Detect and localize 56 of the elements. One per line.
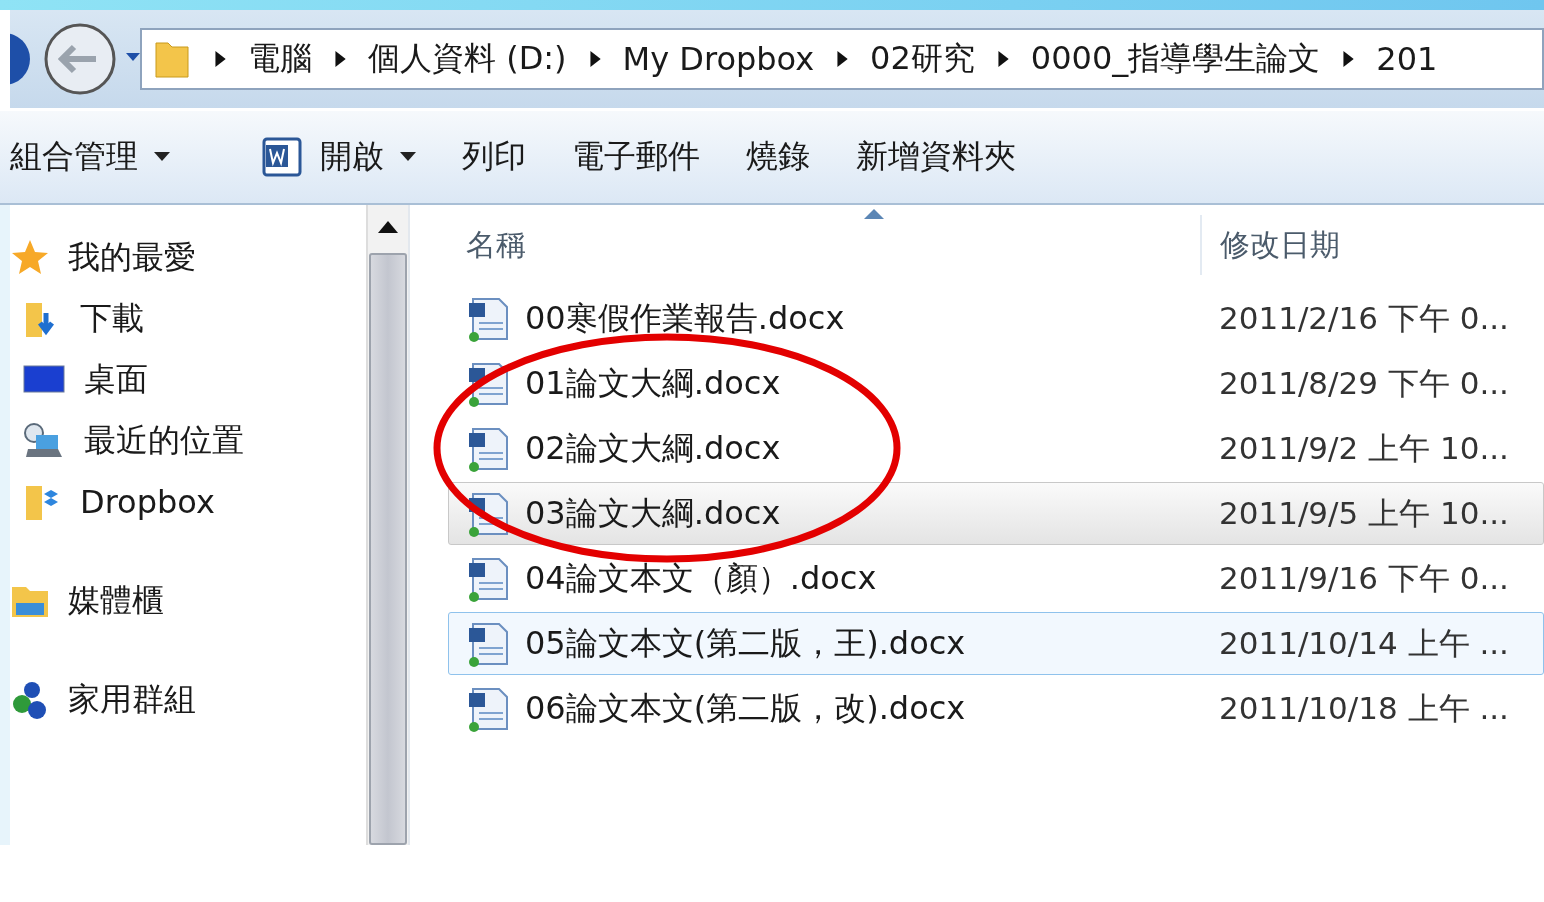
chevron-right-icon[interactable] [836,51,849,67]
breadcrumb-item[interactable]: 0000_指導學生論文 [1030,37,1321,81]
modified-date: 2011/9/5 上午 10... [1219,493,1509,533]
file-name: 06論文本文(第二版，改).docx [525,687,967,729]
caret-icon [400,152,416,162]
chevron-right-icon[interactable] [334,51,346,67]
chevron-right-icon[interactable] [996,51,1009,67]
sort-arrow-icon [864,209,884,219]
modified-date: 2011/10/18 上午 ... [1219,688,1509,728]
file-name: 04論文本文（顏）.docx [525,557,878,599]
file-row[interactable]: 02論文大綱.docx 2011/9/2 上午 10... [448,417,1544,480]
scrollbar[interactable] [366,205,408,845]
toolbar-button[interactable]: 新增資料夾 [856,135,1016,179]
file-row[interactable]: 04論文本文（顏）.docx 2011/9/16 下午 0... [448,547,1544,610]
nav-item[interactable]: 下載 [10,288,366,349]
breadcrumb-item[interactable]: My Dropbox [622,40,815,78]
scrollbar-thumb[interactable] [369,253,407,845]
breadcrumb-item[interactable]: 電腦 [248,37,312,81]
file-row[interactable]: 03論文大綱.docx 2011/9/5 上午 10... [448,482,1544,545]
breadcrumb-item[interactable]: 201 [1376,40,1438,78]
file-row[interactable]: 06論文本文(第二版，改).docx 2011/10/18 上午 ... [448,677,1544,740]
file-name: 05論文本文(第二版，王).docx [525,622,967,664]
modified-date: 2011/2/16 下午 0... [1219,298,1509,338]
caret-icon [154,152,170,162]
modified-date: 2011/10/14 上午 ... [1219,623,1509,663]
address-bar[interactable]: 電腦 個人資料 (D:) My Dropbox 02研究 0000_指導學生論文 201 [140,28,1544,90]
toolbar-button[interactable]: 列印 [462,135,526,179]
file-row[interactable]: 05論文本文(第二版，王).docx 2011/10/14 上午 ... [448,612,1544,675]
modified-date: 2011/8/29 下午 0... [1219,363,1509,403]
modified-date: 2011/9/16 下午 0... [1219,558,1509,598]
scroll-up-icon[interactable] [378,221,398,233]
column-header[interactable]: 修改日期 [1200,215,1340,275]
chevron-right-icon[interactable] [588,51,601,67]
nav-item[interactable]: 我的最愛 [10,227,366,288]
file-name: 03論文大綱.docx [525,492,782,534]
toolbar-button[interactable]: 燒錄 [746,135,810,179]
modified-date: 2011/9/2 上午 10... [1219,428,1509,468]
breadcrumb-item[interactable]: 02研究 [870,37,975,81]
nav-item[interactable]: 桌面 [10,349,366,410]
toolbar-button[interactable]: 開啟 [260,135,416,179]
nav-item[interactable]: 最近的位置 [10,410,366,471]
chevron-right-icon[interactable] [1342,51,1355,67]
toolbar-button[interactable]: 電子郵件 [572,135,700,179]
document-icon [260,135,304,179]
nav-item[interactable]: 媒體櫃 [10,570,366,631]
chevron-right-icon[interactable] [214,51,226,67]
nav-item[interactable]: 家用群組 [10,669,366,730]
toolbar-button[interactable]: 組合管理 [10,135,170,179]
nav-item[interactable]: Dropbox [10,471,366,532]
file-name: 02論文大綱.docx [525,427,782,469]
column-header[interactable]: 名稱 [456,224,1200,266]
file-name: 00寒假作業報告.docx [525,297,846,339]
file-row[interactable]: 01論文大綱.docx 2011/8/29 下午 0... [448,352,1544,415]
file-name: 01論文大綱.docx [525,362,782,404]
file-row[interactable]: 00寒假作業報告.docx 2011/2/16 下午 0... [448,287,1544,350]
breadcrumb-item[interactable]: 個人資料 (D:) [368,37,567,81]
